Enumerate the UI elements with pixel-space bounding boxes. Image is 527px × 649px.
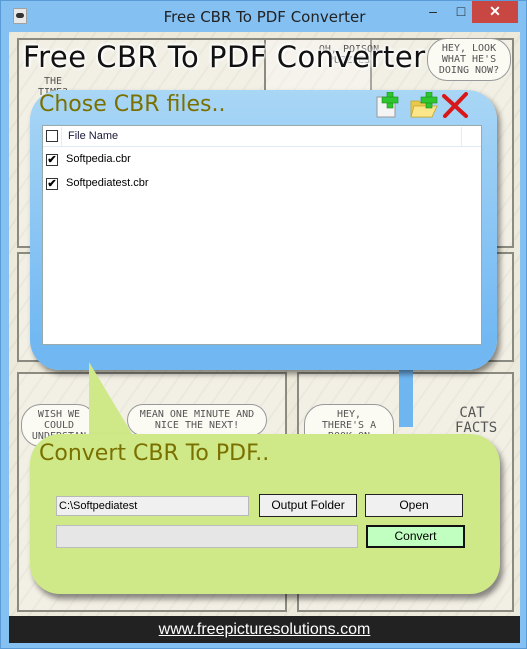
column-divider (461, 127, 462, 146)
output-folder-button[interactable]: Output Folder (259, 494, 357, 517)
convert-button[interactable]: Convert (366, 525, 465, 548)
comic-bubble: MEAN ONE MINUTE AND NICE THE NEXT! (127, 404, 267, 436)
blue-bubble-tail (399, 367, 413, 427)
chose-files-title: Chose CBR files.. (39, 92, 226, 117)
row-checkbox[interactable]: ✔ (46, 154, 58, 166)
website-link[interactable]: www.freepicturesolutions.com (159, 621, 371, 638)
file-list[interactable]: File Name ✔ Softpedia.cbr ✔ Softpediates… (42, 125, 482, 345)
convert-panel: Convert CBR To PDF.. C:\Softpediatest Ou… (30, 434, 500, 594)
list-header: File Name (43, 126, 481, 147)
convert-title: Convert CBR To PDF.. (39, 441, 270, 466)
app-window: Free CBR To PDF Converter – □ ✕ HEY, LOO… (0, 0, 527, 649)
chose-files-panel: Chose CBR files.. File Name ✔ Softpedia.… (30, 90, 497, 370)
file-name: Softpedia.cbr (66, 153, 131, 165)
title-bar[interactable]: Free CBR To PDF Converter – □ ✕ (1, 1, 527, 32)
open-button[interactable]: Open (365, 494, 463, 517)
app-heading: Free CBR To PDF Converter (23, 40, 426, 74)
progress-bar (56, 525, 358, 548)
add-folder-icon[interactable] (410, 91, 438, 118)
file-name: Softpediatest.cbr (66, 177, 149, 189)
select-all-checkbox[interactable] (46, 130, 58, 142)
column-divider (61, 127, 62, 146)
add-file-icon[interactable] (375, 91, 401, 118)
comic-bubble: HEY, LOOK WHAT HE'S DOING NOW? (427, 38, 511, 81)
footer: www.freepicturesolutions.com (9, 616, 520, 643)
maximize-button[interactable]: □ (447, 1, 475, 23)
row-checkbox[interactable]: ✔ (46, 178, 58, 190)
main-content: HEY, LOOK WHAT HE'S DOING NOW? OH, POISO… (9, 32, 520, 643)
list-item[interactable]: ✔ Softpediatest.cbr (43, 172, 481, 196)
close-button[interactable]: ✕ (472, 1, 518, 23)
output-folder-field[interactable]: C:\Softpediatest (56, 496, 249, 516)
remove-icon[interactable] (441, 92, 468, 118)
green-bubble-tail (89, 362, 137, 442)
list-item[interactable]: ✔ Softpedia.cbr (43, 148, 481, 172)
minimize-button[interactable]: – (419, 1, 447, 23)
column-header-file-name[interactable]: File Name (68, 130, 118, 142)
